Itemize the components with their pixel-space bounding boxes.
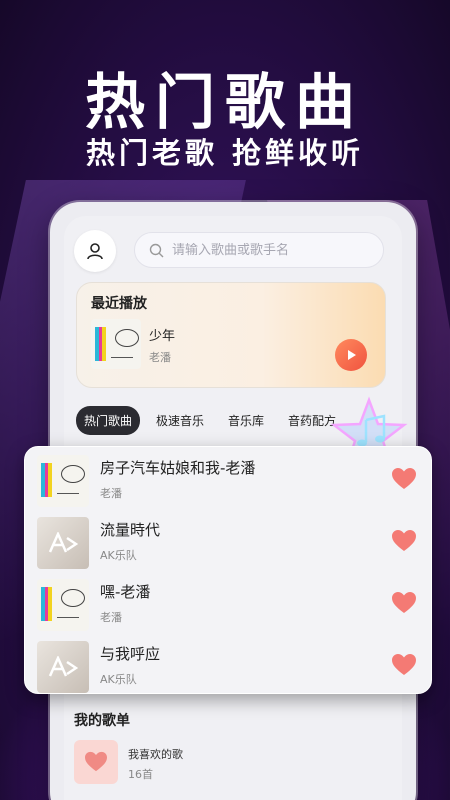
recent-section-title: 最近播放 xyxy=(91,296,147,312)
recent-song-artist: 老潘 xyxy=(149,351,171,364)
search-icon xyxy=(149,243,164,257)
my-playlists-title: 我的歌单 xyxy=(74,713,130,729)
tab-hot-songs[interactable]: 热门歌曲 xyxy=(76,406,141,435)
list-item[interactable]: 房子汽车姑娘和我-老潘 老潘 xyxy=(37,451,423,507)
song-artist: AK乐队 xyxy=(100,549,137,562)
hero-title: 热门歌曲 xyxy=(85,68,365,138)
play-button[interactable] xyxy=(335,339,367,371)
profile-button[interactable] xyxy=(74,230,116,272)
song-artist: 老潘 xyxy=(100,611,122,624)
recent-song-title: 少年 xyxy=(149,329,176,344)
album-cover xyxy=(37,579,89,631)
album-cover xyxy=(37,455,89,507)
recent-play-card[interactable]: 最近播放 少年 老潘 xyxy=(76,282,386,388)
heart-icon xyxy=(85,751,107,772)
hot-song-list: 房子汽车姑娘和我-老潘 老潘 流量時代 AK乐队 嘿-老潘 老潘 与我呼应 AK… xyxy=(24,446,432,694)
heart-icon[interactable] xyxy=(391,591,417,615)
album-cover xyxy=(37,641,89,693)
list-item[interactable]: 与我呼应 AK乐队 xyxy=(37,637,423,693)
list-item[interactable]: 嘿-老潘 老潘 xyxy=(37,575,423,631)
playlist-cover[interactable] xyxy=(74,740,118,784)
hero-subtitle: 热门老歌 抢鲜收听 xyxy=(85,136,365,170)
playlist-name[interactable]: 我喜欢的歌 xyxy=(128,746,183,762)
song-title: 流量時代 xyxy=(100,521,161,539)
song-title: 与我呼应 xyxy=(100,645,161,663)
search-bar[interactable] xyxy=(134,232,384,268)
play-icon xyxy=(348,350,356,360)
category-tabs: 热门歌曲 极速音乐 音乐库 音药配方 xyxy=(76,406,344,435)
album-cover xyxy=(37,517,89,569)
search-input[interactable] xyxy=(172,242,372,258)
heart-icon[interactable] xyxy=(391,467,417,491)
song-title: 嘿-老潘 xyxy=(100,583,151,601)
song-artist: 老潘 xyxy=(100,487,122,500)
recent-album-cover xyxy=(91,319,141,369)
tab-music-library[interactable]: 音乐库 xyxy=(220,406,272,435)
song-artist: AK乐队 xyxy=(100,673,137,686)
tab-fast-music[interactable]: 极速音乐 xyxy=(148,406,212,435)
user-icon xyxy=(87,243,103,260)
list-item[interactable]: 流量時代 AK乐队 xyxy=(37,513,423,569)
heart-icon[interactable] xyxy=(391,529,417,553)
playlist-count: 16首 xyxy=(128,768,153,781)
heart-icon[interactable] xyxy=(391,653,417,677)
song-title: 房子汽车姑娘和我-老潘 xyxy=(100,459,256,477)
